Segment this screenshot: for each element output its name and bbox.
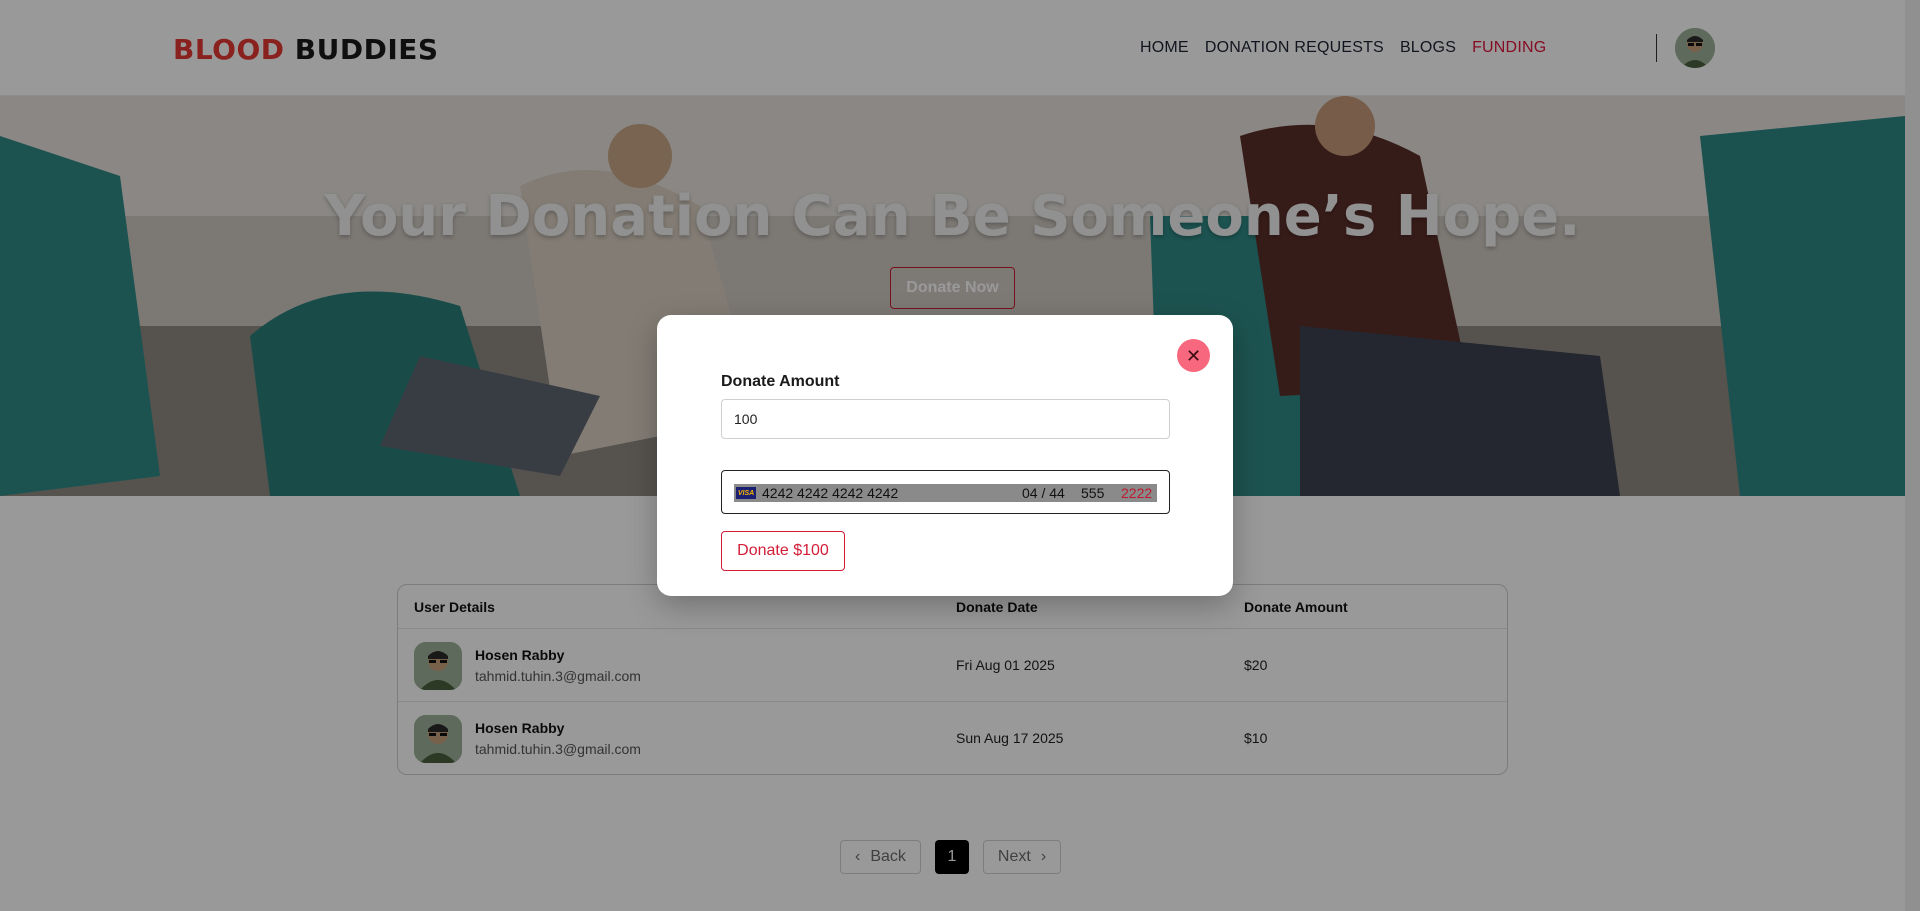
close-icon: ✕ (1185, 345, 1202, 366)
card-zip-field[interactable]: 2222 (1121, 485, 1152, 501)
card-number-field[interactable]: 4242 4242 4242 4242 (762, 485, 898, 501)
card-brand-icon: VISA (736, 487, 756, 499)
donate-amount-label: Donate Amount (721, 373, 840, 390)
card-element[interactable]: VISA 4242 4242 4242 4242 04 / 44 555 222… (721, 470, 1170, 514)
donate-amount-input[interactable] (721, 399, 1170, 439)
card-details-field[interactable]: VISA 4242 4242 4242 4242 04 / 44 555 222… (734, 484, 1157, 502)
donate-modal: ✕ Donate Amount VISA 4242 4242 4242 4242… (657, 315, 1233, 596)
card-expiry-field[interactable]: 04 / 44 (1022, 485, 1065, 501)
close-modal-button[interactable]: ✕ (1177, 339, 1210, 372)
card-cvc-field[interactable]: 555 (1081, 485, 1104, 501)
donate-submit-button[interactable]: Donate $100 (721, 531, 845, 571)
